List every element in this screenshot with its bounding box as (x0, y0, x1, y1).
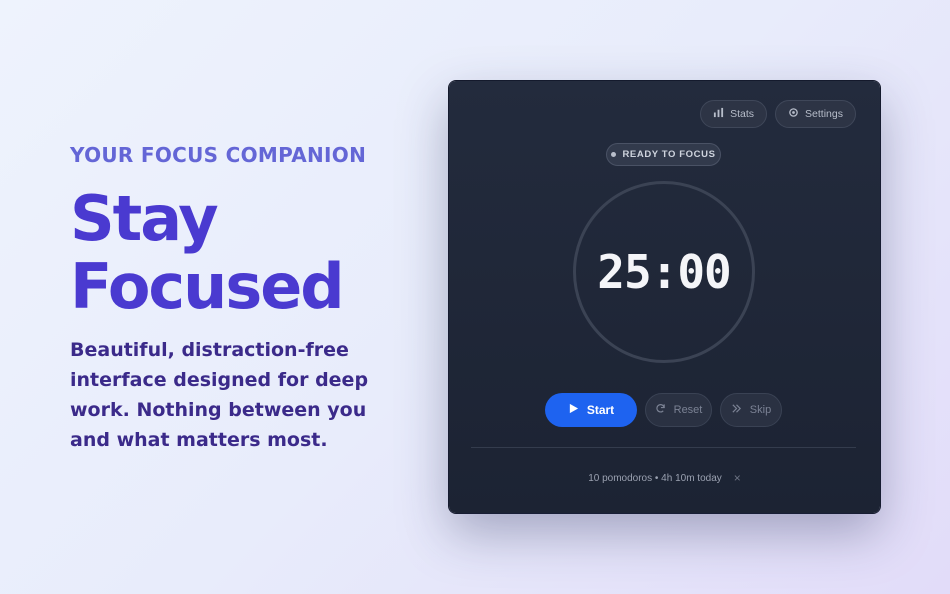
headline-line-1: Stay (70, 182, 219, 255)
reset-button[interactable]: Reset (645, 393, 712, 427)
status-badge: READY TO FOCUS (606, 143, 721, 166)
skip-button[interactable]: Skip (720, 393, 782, 427)
play-icon (568, 403, 579, 417)
dismiss-icon[interactable]: × (734, 471, 741, 485)
stats-button[interactable]: Stats (700, 100, 768, 128)
stats-label: Stats (730, 108, 755, 120)
gear-icon (788, 107, 799, 121)
divider (471, 447, 856, 448)
skip-label: Skip (749, 404, 772, 416)
refresh-icon (655, 403, 666, 417)
summary-text: 10 pomodoros • 4h 10m today (588, 472, 722, 484)
settings-button[interactable]: Settings (775, 100, 856, 128)
timer-controls: Start Reset Skip (545, 393, 782, 427)
headline-line-2: Focused (70, 250, 345, 323)
toolbar: Stats Settings (700, 100, 856, 128)
double-chevron-right-icon (731, 403, 742, 417)
timer-dial: 25:00 (573, 181, 755, 363)
subcopy: Beautiful, distraction-free interface de… (70, 339, 369, 451)
status-label: READY TO FOCUS (622, 149, 716, 160)
timer-window: Stats Settings READY TO FOCUS 25:00 Star… (449, 81, 880, 513)
timer-display: 25:00 (597, 245, 731, 299)
eyebrow-text: YOUR FOCUS COMPANION (70, 143, 367, 167)
hero-section: YOUR FOCUS COMPANION Stay Focused Beauti… (70, 143, 410, 455)
settings-label: Settings (805, 108, 843, 120)
bar-chart-icon (713, 107, 724, 121)
reset-label: Reset (673, 404, 703, 416)
status-dot-icon (611, 152, 617, 157)
start-button[interactable]: Start (545, 393, 637, 427)
start-label: Start (586, 403, 615, 417)
session-summary: 10 pomodoros • 4h 10m today × (449, 471, 880, 485)
headline: Stay Focused (70, 185, 410, 321)
